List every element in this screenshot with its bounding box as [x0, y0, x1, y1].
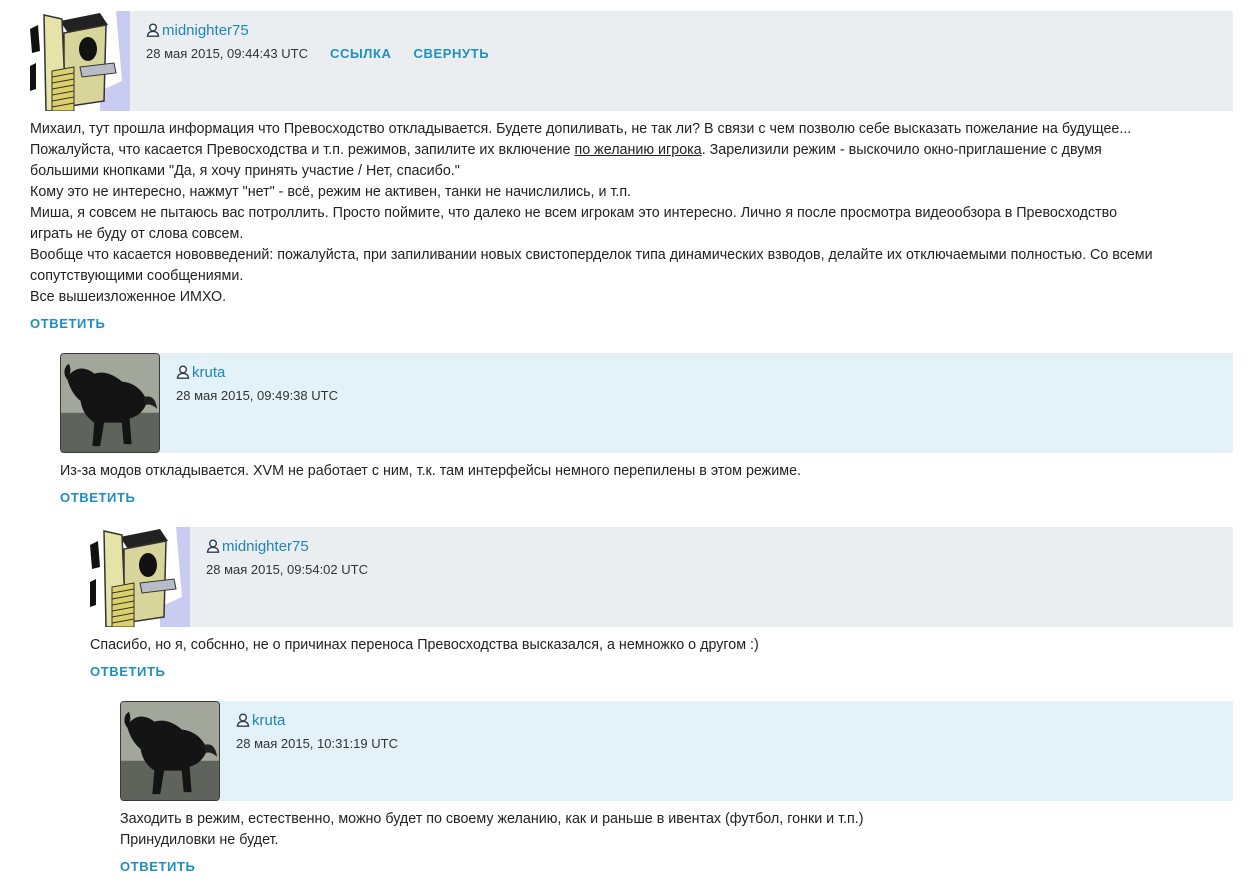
comment-header: kruta 28 мая 2015, 10:31:19 UTC: [120, 701, 1233, 801]
comment-date: 28 мая 2015, 09:44:43 UTC: [146, 45, 308, 61]
comment-line: Все вышеизложенное ИМХО.: [30, 289, 227, 305]
comment-header: kruta 28 мая 2015, 09:49:38 UTC: [60, 353, 1233, 453]
comment-line: Михаил, тут прошла информация что Превос…: [30, 121, 1132, 137]
user-icon: [146, 23, 160, 37]
comment-header: midnighter75 28 мая 2015, 09:44:43 UTC С…: [30, 11, 1233, 111]
avatar[interactable]: [60, 353, 160, 453]
comment-body: Михаил, тут прошла информация что Превос…: [30, 111, 1233, 308]
comment-line: Вообще что касается нововведений: пожалу…: [30, 247, 1153, 263]
reply-button[interactable]: ОТВЕТИТЬ: [60, 490, 135, 505]
author-name[interactable]: midnighter75: [222, 538, 309, 555]
avatar[interactable]: [120, 701, 220, 801]
comment-3: midnighter75 28 мая 2015, 09:54:02 UTC С…: [90, 527, 1233, 681]
permalink-link[interactable]: ССЫЛКА: [330, 46, 392, 61]
comment-meta: kruta 28 мая 2015, 09:49:38 UTC: [176, 362, 338, 404]
comment-1: midnighter75 28 мая 2015, 09:44:43 UTC С…: [30, 11, 1233, 333]
birdhouse-avatar-icon: [90, 527, 190, 627]
comment-line: Кому это не интересно, нажмут "нет" - вс…: [30, 184, 632, 200]
user-icon: [176, 365, 190, 379]
author-name[interactable]: midnighter75: [162, 22, 249, 39]
author[interactable]: midnighter75: [146, 20, 489, 40]
reply-button[interactable]: ОТВЕТИТЬ: [30, 316, 105, 331]
comment-line: Из-за модов откладывается. XVM не работа…: [60, 463, 801, 479]
comment-line: Пожалуйста, что касается Превосходства и…: [30, 140, 1233, 161]
wolf-avatar-icon: [61, 354, 159, 452]
birdhouse-avatar-icon: [30, 11, 130, 111]
meta-row: 28 мая 2015, 09:54:02 UTC: [206, 560, 368, 578]
comment-meta: midnighter75 28 мая 2015, 09:54:02 UTC: [206, 536, 368, 578]
meta-row: 28 мая 2015, 09:44:43 UTC ССЫЛКА СВЕРНУТ…: [146, 44, 489, 62]
comment-meta: midnighter75 28 мая 2015, 09:44:43 UTC С…: [146, 20, 489, 62]
collapse-link[interactable]: СВЕРНУТЬ: [414, 46, 490, 61]
author-name[interactable]: kruta: [252, 712, 285, 729]
comment-line: Принудиловки не будет.: [120, 832, 279, 848]
comment-4: kruta 28 мая 2015, 10:31:19 UTC Заходить…: [120, 701, 1233, 876]
comment-text: Пожалуйста, что касается Превосходства и…: [30, 142, 571, 158]
meta-row: 28 мая 2015, 10:31:19 UTC: [236, 734, 398, 752]
author-name[interactable]: kruta: [192, 364, 225, 381]
user-icon: [206, 539, 220, 553]
avatar[interactable]: [30, 11, 130, 111]
comment-line: Миша, я совсем не пытаюсь вас потроллить…: [30, 205, 1118, 221]
comment-date: 28 мая 2015, 10:31:19 UTC: [236, 735, 398, 751]
comment-2: kruta 28 мая 2015, 09:49:38 UTC Из-за мо…: [60, 353, 1233, 507]
comment-body: Заходить в режим, естественно, можно буд…: [120, 801, 1233, 851]
comment-line: играть не буду от слова совсем.: [30, 226, 244, 242]
comment-date: 28 мая 2015, 09:54:02 UTC: [206, 561, 368, 577]
author[interactable]: kruta: [236, 710, 398, 730]
author[interactable]: midnighter75: [206, 536, 368, 556]
avatar[interactable]: [90, 527, 190, 627]
comment-line: Спасибо, но я, собснно, не о причинах пе…: [90, 637, 759, 653]
comment-body: Спасибо, но я, собснно, не о причинах пе…: [90, 627, 1233, 656]
comment-text: . Зарелизили режим - выскочило окно-приг…: [701, 142, 1102, 158]
wolf-avatar-icon: [121, 702, 219, 800]
meta-row: 28 мая 2015, 09:49:38 UTC: [176, 386, 338, 404]
comment-date: 28 мая 2015, 09:49:38 UTC: [176, 387, 338, 403]
user-icon: [236, 713, 250, 727]
author[interactable]: kruta: [176, 362, 338, 382]
comment-meta: kruta 28 мая 2015, 10:31:19 UTC: [236, 710, 398, 752]
comment-body: Из-за модов откладывается. XVM не работа…: [60, 453, 1233, 482]
comment-line: большими кнопками "Да, я хочу принять уч…: [30, 163, 460, 179]
comment-header: midnighter75 28 мая 2015, 09:54:02 UTC: [90, 527, 1233, 627]
reply-button[interactable]: ОТВЕТИТЬ: [120, 859, 195, 874]
reply-button[interactable]: ОТВЕТИТЬ: [90, 664, 165, 679]
comment-underlined-text: по желанию игрока: [574, 142, 702, 158]
comment-line: Заходить в режим, естественно, можно буд…: [120, 811, 864, 827]
comment-line: сопутствующими сообщениями.: [30, 268, 244, 284]
